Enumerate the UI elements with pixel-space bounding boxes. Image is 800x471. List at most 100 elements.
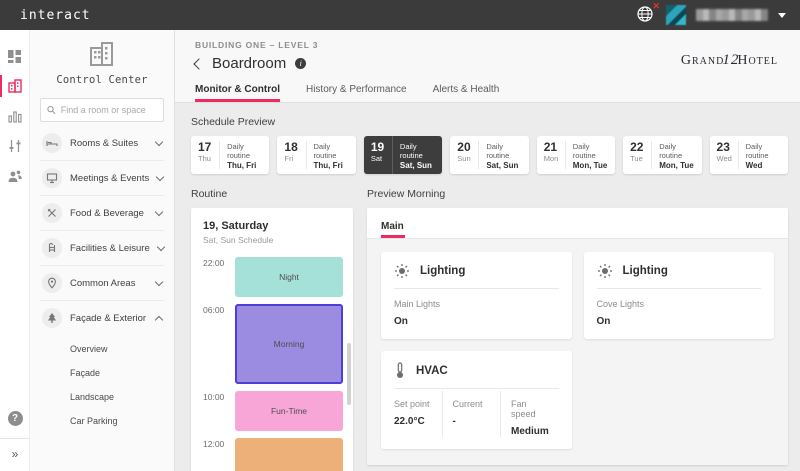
preview-morning-title: Preview Morning [367, 188, 788, 200]
sidebar-item-rooms-suites[interactable]: Rooms & Suites [40, 126, 164, 161]
sidebar-item-food-beverage[interactable]: Food & Beverage [40, 196, 164, 231]
hvac-fanspeed-label: Fan speed [511, 399, 551, 419]
sidebar-item-facade-exterior[interactable]: Façade & Exterior [40, 301, 164, 335]
timeline-block-fun-time[interactable]: Fun-Time [235, 391, 343, 431]
disconnected-badge-icon: ✕ [652, 2, 660, 11]
preview-tab-main[interactable]: Main [381, 221, 404, 238]
brightness-icon [394, 263, 410, 279]
bar-chart-icon [8, 109, 22, 123]
routine-card: 19, Saturday Sat, Sun Schedule 22:00 Nig… [191, 208, 353, 471]
timeline-block-morning-selected[interactable]: Morning [235, 304, 343, 384]
rail-users-button[interactable] [0, 162, 30, 190]
page-header: BUILDING ONE – LEVEL 3 Boardroom i Grand… [175, 30, 800, 103]
brightness-icon [597, 263, 613, 279]
dashboard-icon [7, 49, 22, 64]
tab-monitor-control[interactable]: Monitor & Control [195, 84, 280, 102]
routine-title: Routine [191, 188, 353, 200]
room-search[interactable] [40, 98, 164, 122]
thermometer-icon [394, 362, 406, 379]
app-window: interact ✕ [0, 0, 800, 471]
page-tabs: Monitor & Control History & Performance … [195, 84, 780, 102]
breadcrumb: BUILDING ONE – LEVEL 3 [195, 40, 780, 50]
day-card-21[interactable]: 21Mon Daily routineMon, Tue [537, 136, 615, 174]
rail-dashboard-button[interactable] [0, 42, 30, 70]
tab-alerts-health[interactable]: Alerts & Health [433, 84, 500, 102]
hvac-current-label: Current [453, 399, 493, 409]
chevron-down-icon [155, 137, 163, 145]
info-icon[interactable]: i [295, 58, 306, 69]
chevron-up-icon [155, 315, 163, 323]
control-center-title: Control Center [30, 74, 174, 86]
search-input[interactable] [61, 105, 157, 115]
sidebar-item-common-areas[interactable]: Common Areas [40, 266, 164, 301]
routine-timeline: 22:00 Night 06:00 Morning 10:00 Fun-Time [203, 257, 343, 471]
rail-buildings-button[interactable] [0, 72, 30, 100]
chevron-down-icon [156, 242, 164, 250]
back-button[interactable] [193, 58, 204, 69]
day-card-22[interactable]: 22Tue Daily routineMon, Tue [623, 136, 701, 174]
pool-ladder-icon [42, 238, 62, 258]
cutlery-icon [42, 203, 62, 223]
tab-history-performance[interactable]: History & Performance [306, 84, 407, 102]
light-name: Cove Lights [597, 299, 762, 309]
user-name-redacted [696, 9, 768, 21]
buildings-icon [7, 78, 23, 94]
rail-analytics-button[interactable] [0, 102, 30, 130]
routine-scrollbar[interactable] [347, 343, 351, 405]
hvac-current-value: - [453, 416, 493, 427]
routine-date: 19, Saturday [203, 220, 343, 232]
light-name: Main Lights [394, 299, 559, 309]
preview-panel: Main [367, 208, 788, 465]
routine-schedule-name: Sat, Sun Schedule [203, 235, 343, 245]
network-status-button[interactable]: ✕ [636, 5, 656, 25]
subitem-facade[interactable]: Façade [70, 361, 174, 385]
chevron-down-icon [155, 277, 163, 285]
location-pin-icon [42, 273, 62, 293]
help-button[interactable]: ? [8, 411, 23, 426]
lighting-card-cove-lights: Lighting Cove Lights On [584, 252, 775, 339]
sidebar-item-facilities-leisure[interactable]: Facilities & Leisure [40, 231, 164, 266]
interact-logo: interact [20, 8, 91, 23]
schedule-preview-title: Schedule Preview [191, 116, 788, 128]
expand-sidebar-button[interactable]: » [12, 439, 19, 471]
timeline-block-night[interactable]: Night [235, 257, 343, 297]
chevron-down-icon [155, 207, 163, 215]
rail-settings-button[interactable] [0, 132, 30, 160]
lighting-card-main-lights: Lighting Main Lights On [381, 252, 572, 339]
timeline-block-noon[interactable] [235, 438, 343, 471]
presentation-icon [42, 168, 62, 188]
day-card-19-selected[interactable]: 19Sat Daily routineSat, Sun [364, 136, 442, 174]
day-card-23[interactable]: 23Wed Daily routineWed [710, 136, 788, 174]
hvac-setpoint-label: Set point [394, 399, 434, 409]
day-card-18[interactable]: 18Fri Daily routineThu, Fri [277, 136, 355, 174]
grand-hotel-logo: Grand12Hotel [681, 52, 778, 69]
subitem-overview[interactable]: Overview [70, 337, 174, 361]
globe-icon [636, 5, 654, 23]
user-menu-caret-icon[interactable] [778, 13, 786, 18]
content: Schedule Preview 17Thu Daily routineThu,… [175, 103, 800, 471]
day-card-17[interactable]: 17Thu Daily routineThu, Fri [191, 136, 269, 174]
icon-rail: ? » [0, 30, 30, 471]
hvac-card: HVAC Set point 22.0°C [381, 351, 572, 449]
subitem-car-parking[interactable]: Car Parking [70, 409, 174, 433]
hvac-setpoint-value: 22.0°C [394, 416, 434, 427]
sidebar-item-meetings-events[interactable]: Meetings & Events [40, 161, 164, 196]
sidebar-menu: Rooms & Suites Meetings & Events Food & … [30, 126, 174, 335]
schedule-day-cards: 17Thu Daily routineThu, Fri 18Fri Daily … [191, 136, 788, 174]
hvac-fanspeed-value: Medium [511, 426, 551, 437]
light-state: On [394, 316, 559, 327]
control-center-icon [87, 40, 117, 68]
users-icon [7, 169, 23, 183]
chevron-down-icon [156, 172, 164, 180]
search-icon [47, 105, 56, 115]
main-area: BUILDING ONE – LEVEL 3 Boardroom i Grand… [175, 30, 800, 471]
tree-icon [42, 308, 62, 328]
subitem-landscape[interactable]: Landscape [70, 385, 174, 409]
facade-exterior-submenu: Overview Façade Landscape Car Parking [30, 335, 174, 437]
day-card-20[interactable]: 20Sun Daily routineSat, Sun [450, 136, 528, 174]
sidebar: Control Center Rooms & Suites [30, 30, 175, 471]
page-title: Boardroom [212, 55, 286, 72]
bed-icon [42, 133, 62, 153]
sliders-icon [8, 139, 22, 153]
topbar: interact ✕ [0, 0, 800, 30]
